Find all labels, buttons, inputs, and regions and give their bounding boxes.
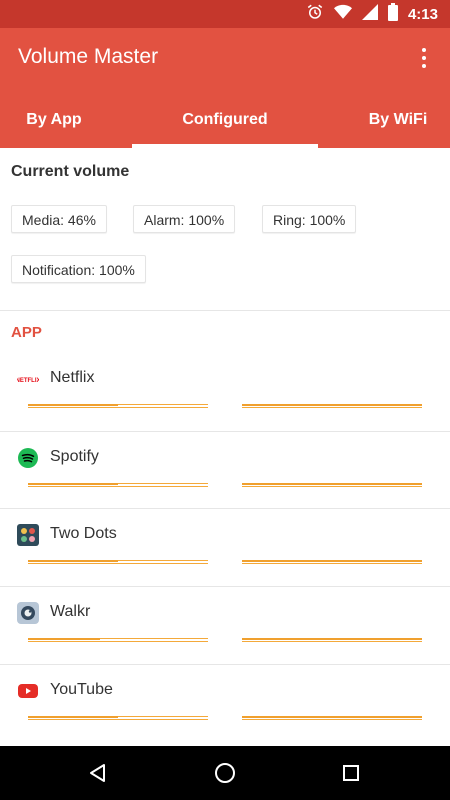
app-volume-slider-right[interactable]	[242, 483, 422, 489]
alarm-icon	[306, 3, 324, 26]
tab-configured[interactable]: Configured	[132, 100, 318, 148]
svg-text:NETFLIX: NETFLIX	[17, 378, 39, 384]
app-volume-slider-left[interactable]	[28, 716, 208, 722]
slider-fill	[242, 483, 422, 485]
netflix-icon: NETFLIX	[16, 368, 41, 390]
status-icons: 4:13	[306, 0, 438, 28]
slider-fill	[28, 483, 118, 485]
app-volume-slider-left[interactable]	[28, 638, 208, 644]
tab-by-wifi[interactable]: By WiFi	[346, 100, 450, 148]
tab-by-app[interactable]: By App	[0, 100, 108, 148]
two-dots-icon	[17, 524, 39, 546]
app-volume-slider-left[interactable]	[28, 404, 208, 410]
system-nav-bar	[0, 746, 450, 800]
section-header-app: APP	[11, 324, 42, 341]
spotify-icon	[17, 447, 39, 469]
slider-fill	[242, 716, 422, 718]
slider-fill	[242, 560, 422, 562]
tab-indicator	[132, 144, 318, 148]
signal-icon	[361, 3, 378, 25]
list-item[interactable]: Two Dots	[0, 508, 450, 586]
slider-fill	[28, 404, 118, 406]
notification-volume-chip[interactable]: Notification: 100%	[11, 255, 146, 283]
app-name: Spotify	[50, 448, 99, 465]
media-volume-chip[interactable]: Media: 46%	[11, 205, 107, 233]
alarm-volume-chip[interactable]: Alarm: 100%	[133, 205, 236, 233]
app-volume-slider-right[interactable]	[242, 404, 422, 410]
wifi-icon	[333, 4, 352, 25]
app-volume-slider-right[interactable]	[242, 560, 422, 566]
list-item[interactable]: YouTube	[0, 664, 450, 742]
recents-icon[interactable]	[321, 746, 381, 800]
app-name: Netflix	[50, 369, 95, 386]
app-name: YouTube	[50, 681, 113, 698]
list-item[interactable]: NETFLIX Netflix	[0, 352, 450, 430]
back-icon[interactable]	[68, 746, 128, 800]
walkr-icon	[17, 602, 39, 624]
home-icon[interactable]	[195, 746, 255, 800]
app-name: Walkr	[50, 603, 91, 620]
battery-icon	[387, 2, 398, 26]
app-volume-slider-left[interactable]	[28, 560, 208, 566]
divider	[0, 310, 450, 311]
overflow-menu-icon[interactable]	[412, 44, 436, 72]
app-title: Volume Master	[18, 45, 159, 68]
list-item[interactable]: Walkr	[0, 586, 450, 664]
slider-fill	[28, 716, 118, 718]
list-item[interactable]: Spotify	[0, 431, 450, 509]
slider-fill	[28, 560, 118, 562]
youtube-icon	[17, 680, 39, 702]
app-volume-slider-left[interactable]	[28, 483, 208, 489]
app-volume-slider-right[interactable]	[242, 638, 422, 644]
ring-volume-chip[interactable]: Ring: 100%	[262, 205, 357, 233]
app-volume-slider-right[interactable]	[242, 716, 422, 722]
current-volume-title: Current volume	[11, 163, 130, 180]
status-time: 4:13	[407, 5, 438, 23]
slider-fill	[28, 638, 100, 640]
tab-bar: By App Configured By WiFi	[0, 100, 450, 148]
status-bar: 4:13	[0, 0, 450, 28]
slider-fill	[242, 404, 422, 406]
slider-fill	[242, 638, 422, 640]
app-name: Two Dots	[50, 525, 117, 542]
app-bar: Volume Master By App Configured By WiFi	[0, 28, 450, 148]
